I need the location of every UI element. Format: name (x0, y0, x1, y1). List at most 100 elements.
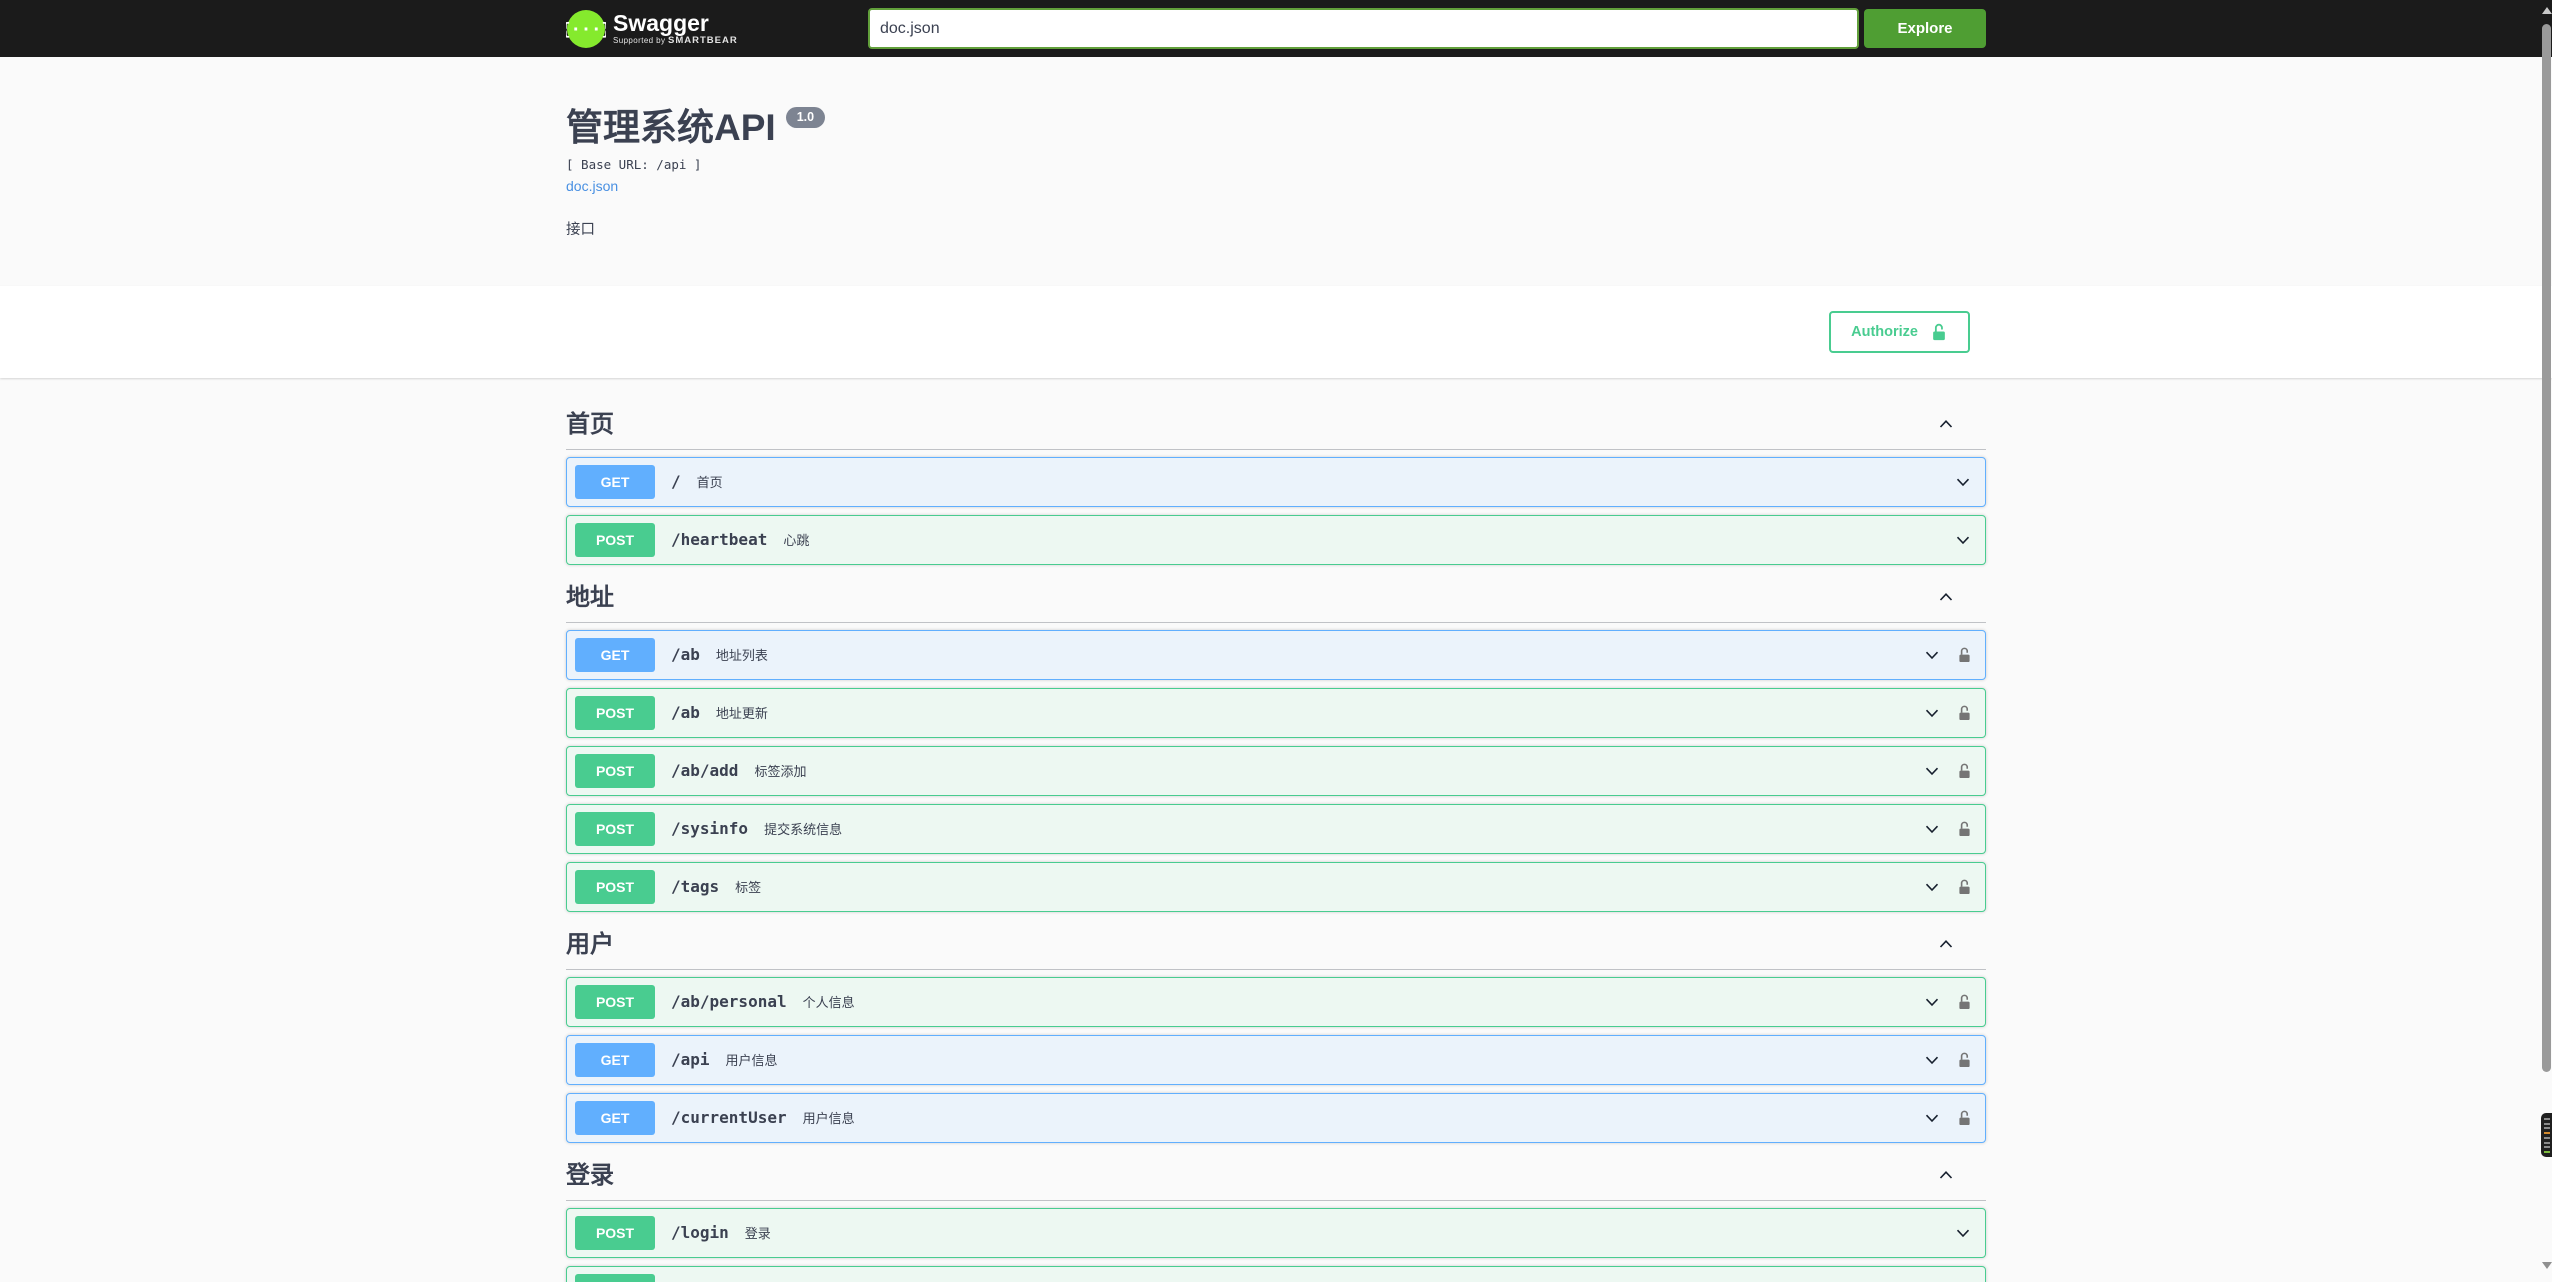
operation-row[interactable]: GET /api 用户信息 (566, 1034, 1986, 1085)
operation-row[interactable]: GET / 首页 (566, 456, 1986, 507)
chevron-up-icon[interactable] (1936, 1165, 1956, 1185)
operation-summary: 心跳 (783, 533, 810, 549)
tag-section-header[interactable]: 登录 (566, 1151, 1986, 1201)
unlock-icon[interactable] (1956, 877, 1973, 897)
operation-summary: 地址列表 (715, 648, 768, 664)
operation-path: /ab/personal (671, 992, 787, 1012)
scrollbar[interactable] (2541, 0, 2552, 1282)
operation-list: POST /login 登录 POST /login/outLogin 退出登录 (566, 1201, 1986, 1282)
operation-summary: 个人信息 (802, 995, 855, 1011)
unlock-icon[interactable] (1956, 761, 1973, 781)
arrow-up-icon[interactable] (2542, 7, 2552, 14)
method-badge: GET (575, 464, 655, 499)
chevron-down-icon[interactable] (1953, 530, 1973, 550)
scheme-container: Authorize (0, 285, 2552, 378)
arrow-down-icon[interactable] (2542, 1262, 2552, 1269)
method-badge: POST (575, 695, 655, 730)
unlock-icon[interactable] (1956, 992, 1973, 1012)
section-title: 用户 (566, 930, 614, 958)
logo-tagline: Supported by SMARTBEAR (613, 35, 738, 47)
unlock-icon[interactable] (1956, 703, 1973, 723)
method-badge: POST (575, 522, 655, 557)
chevron-down-icon[interactable] (1922, 819, 1942, 839)
spec-link[interactable]: doc.json (566, 178, 618, 194)
operation-summary: 标签 (735, 880, 762, 896)
chevron-down-icon[interactable] (1922, 703, 1942, 723)
swagger-logo[interactable]: {···} Swagger Supported by SMARTBEAR (566, 9, 738, 49)
operation-path: /ab (671, 703, 700, 723)
unlock-icon[interactable] (1956, 1050, 1973, 1070)
tag-section: 地址 GET /ab 地址列表 POST /ab 地址更新 POST /ab/a… (566, 573, 1986, 912)
spec-url-input[interactable] (868, 8, 1859, 49)
operation-row[interactable]: POST /login 登录 (566, 1207, 1986, 1258)
topbar: {···} Swagger Supported by SMARTBEAR Exp… (0, 0, 2552, 57)
chevron-down-icon[interactable] (1953, 1223, 1973, 1243)
unlock-icon[interactable] (1956, 645, 1973, 665)
operation-path: /heartbeat (671, 530, 768, 550)
explore-button[interactable]: Explore (1864, 9, 1986, 48)
operation-summary: 提交系统信息 (764, 822, 843, 838)
tag-section-header[interactable]: 地址 (566, 573, 1986, 623)
method-badge: POST (575, 811, 655, 846)
info-section: 管理系统API 1.0 [ Base URL: /api ] doc.json 接… (566, 57, 1986, 286)
operation-path: /api (671, 1050, 710, 1070)
operation-path: /currentUser (671, 1108, 787, 1128)
operation-row[interactable]: POST /tags 标签 (566, 861, 1986, 912)
tag-section: 用户 POST /ab/personal 个人信息 GET /api 用户信息 (566, 920, 1986, 1143)
method-badge: POST (575, 1215, 655, 1250)
chevron-down-icon[interactable] (1922, 992, 1942, 1012)
chevron-down-icon[interactable] (1953, 472, 1973, 492)
operation-path: /ab (671, 645, 700, 665)
chevron-down-icon[interactable] (1922, 1050, 1942, 1070)
operation-row[interactable]: POST /login/outLogin 退出登录 (566, 1265, 1986, 1282)
method-badge: POST (575, 753, 655, 788)
unlock-icon[interactable] (1956, 1108, 1973, 1128)
operation-summary: 登录 (744, 1226, 771, 1242)
operation-list: GET /ab 地址列表 POST /ab 地址更新 POST /ab/add … (566, 623, 1986, 912)
api-description: 接口 (566, 221, 595, 238)
base-url: [ Base URL: /api ] (566, 156, 702, 172)
operation-row[interactable]: POST /ab 地址更新 (566, 687, 1986, 738)
tag-section: 登录 POST /login 登录 POST /login/outLogin 退… (566, 1151, 1986, 1282)
operation-summary: 用户信息 (725, 1053, 778, 1069)
chevron-down-icon[interactable] (1922, 1108, 1942, 1128)
sections: 首页 GET / 首页 POST /heartbeat 心跳 地址 GET /a… (566, 378, 1986, 1282)
operation-path: /tags (671, 877, 720, 897)
logo-title: Swagger (613, 9, 709, 36)
unlock-icon[interactable] (1956, 819, 1973, 839)
tag-section-header[interactable]: 首页 (566, 400, 1986, 450)
operation-row[interactable]: GET /ab 地址列表 (566, 629, 1986, 680)
chevron-up-icon[interactable] (1936, 587, 1956, 607)
operation-row[interactable]: GET /currentUser 用户信息 (566, 1092, 1986, 1143)
operation-path: /ab/add (671, 761, 739, 781)
chevron-down-icon[interactable] (1922, 877, 1942, 897)
scrollbar-marker-widget (2541, 1113, 2552, 1157)
scrollbar-thumb[interactable] (2542, 24, 2551, 1072)
operation-summary: 首页 (696, 475, 723, 491)
operation-list: GET / 首页 POST /heartbeat 心跳 (566, 450, 1986, 565)
operation-row[interactable]: POST /sysinfo 提交系统信息 (566, 803, 1986, 854)
operation-summary: 地址更新 (715, 706, 768, 722)
chevron-up-icon[interactable] (1936, 414, 1956, 434)
operation-row[interactable]: POST /ab/personal 个人信息 (566, 976, 1986, 1027)
authorize-button[interactable]: Authorize (1829, 310, 1970, 353)
operation-row[interactable]: POST /heartbeat 心跳 (566, 514, 1986, 565)
tag-section-header[interactable]: 用户 (566, 920, 1986, 970)
operation-path: /sysinfo (671, 819, 749, 839)
operation-row[interactable]: POST /ab/add 标签添加 (566, 745, 1986, 796)
chevron-down-icon[interactable] (1922, 761, 1942, 781)
method-badge: GET (575, 1100, 655, 1135)
api-title: 管理系统API 1.0 (566, 107, 1986, 148)
chevron-up-icon[interactable] (1936, 934, 1956, 954)
method-badge: GET (575, 1042, 655, 1077)
section-title: 地址 (566, 583, 614, 611)
operation-list: POST /ab/personal 个人信息 GET /api 用户信息 GET… (566, 970, 1986, 1143)
version-badge: 1.0 (785, 107, 826, 129)
operation-summary: 标签添加 (754, 764, 807, 780)
operation-path: / (671, 472, 681, 492)
chevron-down-icon[interactable] (1922, 645, 1942, 665)
svg-text:{···}: {···} (566, 20, 606, 40)
unlock-icon (1930, 322, 1948, 342)
operation-summary: 用户信息 (802, 1111, 855, 1127)
section-title: 登录 (566, 1161, 614, 1189)
